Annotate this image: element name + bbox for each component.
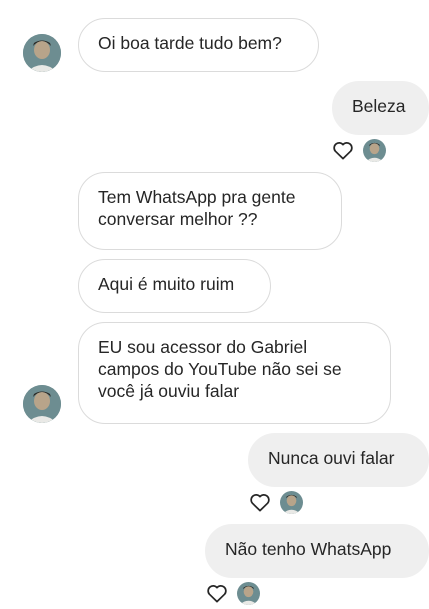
message-bubble-outgoing[interactable]: Nunca ouvi falar: [248, 433, 429, 487]
message-reactions: [249, 490, 303, 514]
message-bubble-outgoing[interactable]: Beleza: [332, 81, 429, 135]
contact-avatar[interactable]: [23, 34, 61, 72]
heart-icon[interactable]: [206, 583, 228, 603]
message-bubble-incoming[interactable]: EU sou acessor do Gabriel campos do YouT…: [78, 322, 391, 424]
message-bubble-incoming[interactable]: Tem WhatsApp pra gente conversar melhor …: [78, 172, 342, 250]
message-bubble-outgoing[interactable]: Não tenho WhatsApp: [205, 524, 429, 578]
contact-avatar[interactable]: [23, 385, 61, 423]
heart-icon[interactable]: [332, 140, 354, 160]
heart-icon[interactable]: [249, 492, 271, 512]
message-bubble-incoming[interactable]: Aqui é muito ruim: [78, 259, 271, 313]
seen-avatar-icon: [237, 581, 260, 605]
message-reactions: [206, 581, 260, 605]
seen-avatar-icon: [363, 138, 386, 162]
seen-avatar-icon: [280, 490, 303, 514]
message-bubble-incoming[interactable]: Oi boa tarde tudo bem?: [78, 18, 319, 72]
message-reactions: [332, 138, 386, 162]
